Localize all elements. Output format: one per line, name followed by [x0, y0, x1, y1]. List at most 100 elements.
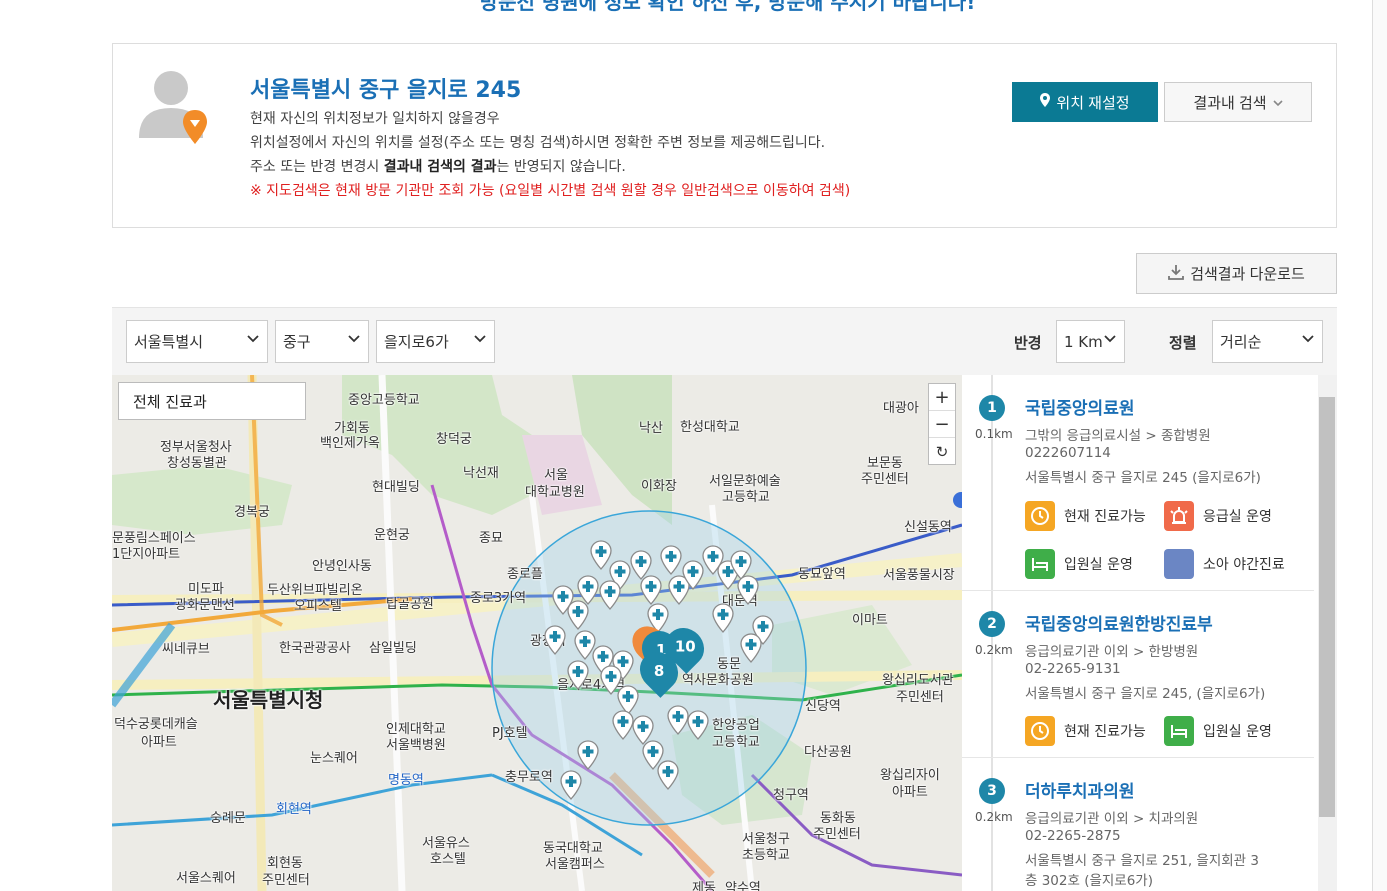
dong-select[interactable]: 을지로6가 — [376, 320, 495, 363]
map-label: 청구역 — [773, 788, 809, 803]
district-select[interactable]: 중구 — [275, 320, 369, 363]
clock-icon — [1025, 501, 1055, 531]
map-label: 서울스퀘어 — [176, 871, 236, 886]
map-label: 아파트 — [141, 735, 177, 750]
cluster-count: 8 — [653, 662, 665, 680]
hospital-pin-icon[interactable] — [599, 580, 621, 610]
hospital-pin-icon[interactable] — [544, 625, 566, 655]
radius-select[interactable]: 1 Km — [1056, 320, 1125, 363]
map-label: 아파트 — [892, 785, 928, 800]
zoom-in-button[interactable]: + — [929, 384, 955, 411]
result-address-cont: 층 302호 (을지로6가) — [1025, 873, 1153, 889]
map-label: 종로3가역 — [470, 591, 527, 606]
map-label: 명동역 — [388, 773, 424, 788]
info-text-3: 주소 또는 반경 변경시 결과내 검색의 결과는 반영되지 않습니다. — [250, 156, 626, 176]
badge-label: 입원실 운영 — [1203, 724, 1272, 740]
result-phone: 02-2265-9131 — [1025, 661, 1121, 677]
map-label: 이마트 — [852, 613, 888, 628]
map-label: 역사문화공원 — [682, 673, 754, 688]
hospital-pin-icon[interactable] — [682, 560, 704, 590]
hospital-pin-icon[interactable] — [567, 660, 589, 690]
badge-inpatient: 입원실 운영 — [1164, 716, 1272, 746]
map-search-warning: ※ 지도검색은 현재 방문 기관만 조회 가능 (요일별 시간별 검색 원할 경… — [250, 183, 851, 199]
chevron-down-icon — [1273, 94, 1283, 111]
city-select[interactable]: 서울특별시 — [126, 320, 268, 363]
refresh-icon[interactable]: ↻ — [929, 438, 955, 465]
info-text-1: 현재 자신의 위치정보가 일치하지 않을경우 — [250, 111, 500, 127]
sort-select-value: 거리순 — [1220, 333, 1262, 351]
search-within-results-button[interactable]: 결과내 검색 — [1164, 82, 1312, 122]
hospital-pin-icon[interactable] — [712, 603, 734, 633]
result-name[interactable]: 국립중앙의료원한방진료부 — [1025, 610, 1213, 635]
map-label: 안녕인사동 — [312, 559, 372, 574]
sort-select[interactable]: 거리순 — [1212, 320, 1323, 363]
info-text-2: 위치설정에서 자신의 위치를 설정(주소 또는 명칭 검색)하시면 정확한 주변… — [250, 135, 826, 151]
badge-open-now: 현재 진료가능 — [1025, 501, 1146, 531]
map-label: 숭례문 — [210, 811, 246, 826]
badge-label: 현재 진료가능 — [1064, 724, 1146, 740]
result-distance: 0.2km — [975, 810, 1013, 824]
map-label: 종묘 — [479, 531, 503, 546]
result-name[interactable]: 국립중앙의료원 — [1025, 394, 1134, 419]
department-filter-button[interactable]: 전체 진료과 — [118, 382, 306, 420]
hospital-pin-icon[interactable] — [577, 740, 599, 770]
scrollbar-thumb[interactable] — [1319, 397, 1335, 817]
zoom-out-button[interactable]: − — [929, 411, 955, 438]
result-distance: 0.1km — [975, 427, 1013, 441]
map-label: 운현궁 — [374, 528, 410, 543]
map-label: 신당역 — [805, 699, 841, 714]
location-pin-icon — [1040, 93, 1051, 111]
district-select-value: 중구 — [283, 333, 311, 351]
hospital-pin-icon[interactable] — [560, 770, 582, 800]
map-label: 주민센터 — [262, 873, 310, 888]
radius-select-value: 1 Km — [1064, 332, 1103, 351]
result-number: 3 — [979, 778, 1005, 804]
badge-emergency: 응급실 운영 — [1164, 501, 1272, 531]
result-number: 2 — [979, 611, 1005, 637]
bed-icon — [1025, 549, 1055, 579]
download-results-button[interactable]: 검색결과 다운로드 — [1136, 253, 1337, 294]
chevron-down-icon — [474, 335, 486, 343]
cluster-count: 10 — [674, 638, 696, 656]
reset-location-label: 위치 재설정 — [1056, 94, 1130, 112]
hospital-pin-icon[interactable] — [612, 710, 634, 740]
badge-label: 응급실 운영 — [1203, 509, 1272, 525]
hospital-map[interactable]: 중앙고등학교 가회동 백인제가옥 창덕궁 정부서울청사 창성동별관 낙산 한성대… — [112, 375, 962, 891]
hospital-pin-icon[interactable] — [687, 710, 709, 740]
chevron-down-icon — [247, 335, 259, 343]
hospital-pin-icon[interactable] — [567, 600, 589, 630]
search-within-label: 결과내 검색 — [1193, 94, 1267, 112]
hospital-pin-icon[interactable] — [737, 575, 759, 605]
map-label: 백인제가옥 — [320, 436, 380, 451]
result-address: 서울특별시 중구 을지로 251, 을지회관 3 — [1025, 853, 1259, 869]
badge-inpatient: 입원실 운영 — [1025, 549, 1133, 579]
siren-icon — [1164, 501, 1194, 531]
hospital-pin-icon[interactable] — [667, 705, 689, 735]
dong-select-value: 을지로6가 — [384, 333, 449, 351]
divider — [962, 590, 1314, 591]
result-category: 응급의료기관 이외 > 한방병원 — [1025, 644, 1199, 660]
badge-label: 입원실 운영 — [1064, 557, 1133, 573]
map-label: 고등학교 — [722, 490, 770, 505]
zoom-control: + − ↻ — [928, 383, 956, 465]
hospital-pin-icon[interactable] — [640, 575, 662, 605]
map-label: 서울캠퍼스 — [545, 857, 605, 872]
map-label: 한국관광공사 — [279, 641, 351, 656]
result-name[interactable]: 더하루치과의원 — [1025, 777, 1134, 802]
hospital-pin-icon[interactable] — [660, 545, 682, 575]
download-label: 검색결과 다운로드 — [1190, 266, 1305, 283]
map-label: 주민센터 — [813, 827, 861, 842]
hospital-pin-icon[interactable] — [600, 665, 622, 695]
badge-pediatric-night: 소아 야간진료 — [1164, 549, 1285, 579]
current-address: 서울특별시 중구 을지로 245 — [250, 78, 522, 103]
map-label: 낙산 — [639, 421, 663, 436]
user-avatar-icon — [137, 68, 209, 148]
city-select-value: 서울특별시 — [134, 333, 204, 351]
hospital-pin-icon[interactable] — [657, 760, 679, 790]
result-distance: 0.2km — [975, 643, 1013, 657]
map-label: PJ호텔 — [492, 726, 528, 741]
map-label: 종로플 — [507, 567, 543, 582]
hospital-pin-icon[interactable] — [740, 633, 762, 663]
bed-icon — [1164, 716, 1194, 746]
reset-location-button[interactable]: 위치 재설정 — [1012, 82, 1158, 122]
